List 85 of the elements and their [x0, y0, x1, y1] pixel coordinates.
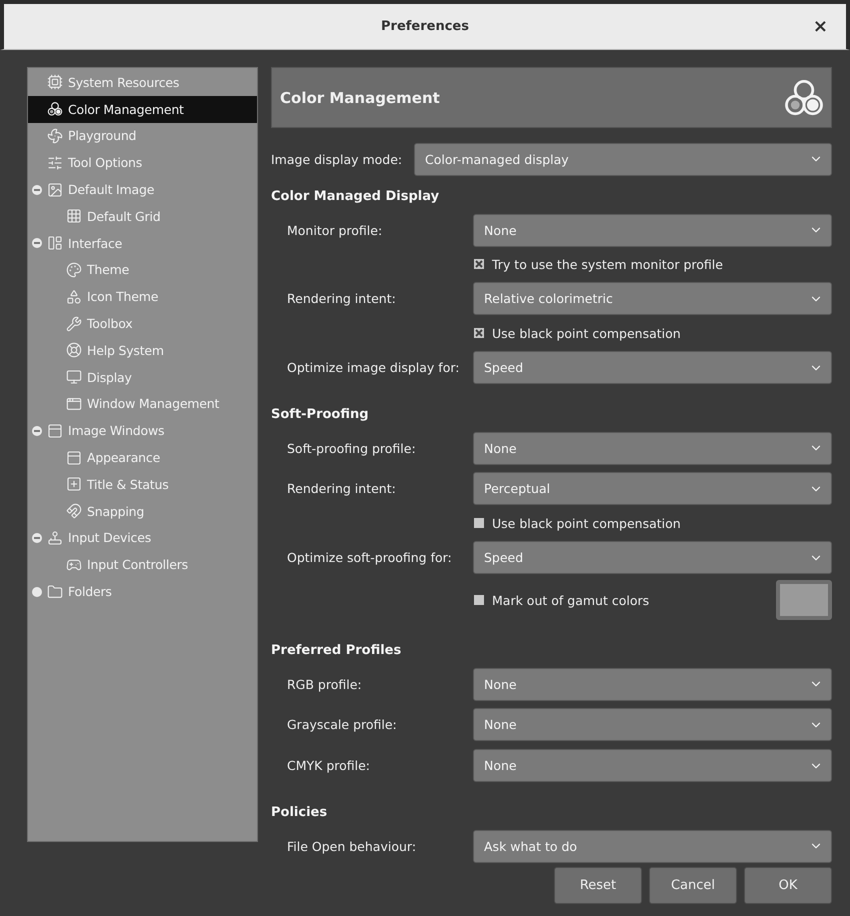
checkbox[interactable] — [474, 518, 484, 528]
dropdown[interactable]: Ask what to do — [473, 830, 832, 862]
field-label: Optimize image display for: — [287, 360, 460, 375]
square-plus-icon — [66, 476, 82, 492]
field-label: RGB profile: — [287, 676, 363, 692]
field-label: Soft-proofing profile: — [287, 440, 417, 456]
chip-icon — [47, 74, 63, 90]
field-label: Image display mode: — [271, 152, 404, 166]
page-title: Color Management — [280, 88, 440, 106]
sidebar-item[interactable]: Icon Theme — [28, 283, 257, 310]
dropdown[interactable]: Speed — [473, 351, 832, 384]
dropdown[interactable]: None — [473, 214, 832, 246]
monitor-icon — [66, 369, 82, 386]
sidebar-item[interactable]: System Resources — [28, 69, 257, 96]
sidebar-item[interactable]: Input Devices — [28, 524, 257, 552]
checkbox[interactable] — [474, 595, 484, 605]
section-title: Preferred Profiles — [271, 643, 402, 658]
sidebar-item[interactable]: Tool Options — [28, 149, 257, 176]
shapes-icon — [66, 288, 82, 305]
fan-icon — [47, 128, 63, 144]
dropdown[interactable]: None — [473, 749, 832, 782]
sidebar-item[interactable]: Folders — [28, 578, 257, 605]
collapse-icon[interactable] — [32, 184, 42, 195]
image-icon — [47, 182, 63, 198]
sidebar-item[interactable]: Color Management — [28, 96, 257, 123]
checkbox-label: Mark out of gamut colors — [492, 592, 650, 608]
dialog-button[interactable]: Reset — [554, 867, 642, 904]
dropdown[interactable]: None — [473, 432, 832, 464]
layout-icon — [47, 235, 63, 252]
sidebar-item[interactable]: Default Image — [28, 176, 257, 203]
sidebar-item[interactable]: Image Windows — [28, 417, 257, 444]
section-title: Soft-Proofing — [271, 407, 369, 422]
sliders-icon — [47, 154, 63, 171]
sidebar-item[interactable]: Interface — [28, 230, 257, 257]
field-label: Monitor profile: — [287, 222, 384, 238]
joystick-icon — [47, 530, 63, 546]
window-icon — [66, 396, 82, 412]
dropdown[interactable]: Color-managed display — [414, 142, 832, 176]
palette-icon — [66, 262, 82, 278]
field-label: CMYK profile: — [287, 758, 372, 773]
grid-icon — [66, 208, 82, 224]
panel-icon — [47, 422, 63, 439]
section-title: Policies — [271, 805, 328, 820]
collapse-icon[interactable] — [32, 426, 42, 436]
field-label: Rendering intent: — [287, 481, 397, 496]
dialog-button[interactable]: OK — [744, 867, 832, 904]
field-label: Optimize soft-proofing for: — [287, 550, 453, 565]
field-label: Grayscale profile: — [287, 717, 398, 732]
dropdown[interactable]: None — [473, 708, 832, 741]
sidebar-item[interactable]: Help System — [28, 336, 257, 364]
sidebar-item[interactable]: Window Management — [28, 390, 257, 418]
folder-icon — [47, 584, 63, 600]
color-button[interactable] — [776, 580, 832, 620]
dropdown[interactable]: Relative colorimetric — [473, 282, 832, 315]
sidebar-item[interactable]: Appearance — [28, 444, 257, 471]
field-label: Rendering intent: — [287, 291, 397, 306]
lifebuoy-icon — [66, 342, 82, 358]
checkbox-label: Try to use the system monitor profile — [492, 256, 724, 272]
window-title: Preferences — [381, 19, 469, 34]
collapse-icon[interactable] — [32, 238, 42, 248]
field-label: File Open behaviour: — [287, 838, 418, 854]
expand-icon[interactable] — [32, 586, 42, 597]
checkbox-label: Use black point compensation — [492, 516, 682, 530]
magnet-icon — [66, 503, 82, 520]
color-circles-icon — [47, 101, 63, 118]
wrench-icon — [66, 316, 82, 332]
checkbox[interactable] — [474, 259, 484, 269]
panel-icon — [66, 450, 82, 466]
collapse-icon[interactable] — [32, 532, 42, 543]
checkbox-label: Use black point compensation — [492, 326, 682, 340]
close-button[interactable]: × — [808, 16, 832, 37]
section-title: Color Managed Display — [271, 189, 440, 204]
sidebar-item[interactable]: Input Controllers — [28, 551, 257, 578]
sidebar-item[interactable]: Theme — [28, 256, 257, 284]
dialog-button[interactable]: Cancel — [649, 867, 737, 904]
dropdown[interactable]: Speed — [473, 541, 832, 574]
sidebar-item[interactable]: Snapping — [28, 498, 257, 525]
sidebar-item[interactable]: Toolbox — [28, 310, 257, 337]
sidebar-item[interactable]: Title & Status — [28, 470, 257, 498]
sidebar-item[interactable]: Playground — [28, 122, 257, 150]
sidebar-item[interactable]: Display — [28, 364, 257, 391]
checkbox[interactable] — [474, 328, 484, 338]
dropdown[interactable]: None — [473, 668, 832, 700]
sidebar-item[interactable]: Default Grid — [28, 202, 257, 230]
dropdown[interactable]: Perceptual — [473, 472, 832, 505]
